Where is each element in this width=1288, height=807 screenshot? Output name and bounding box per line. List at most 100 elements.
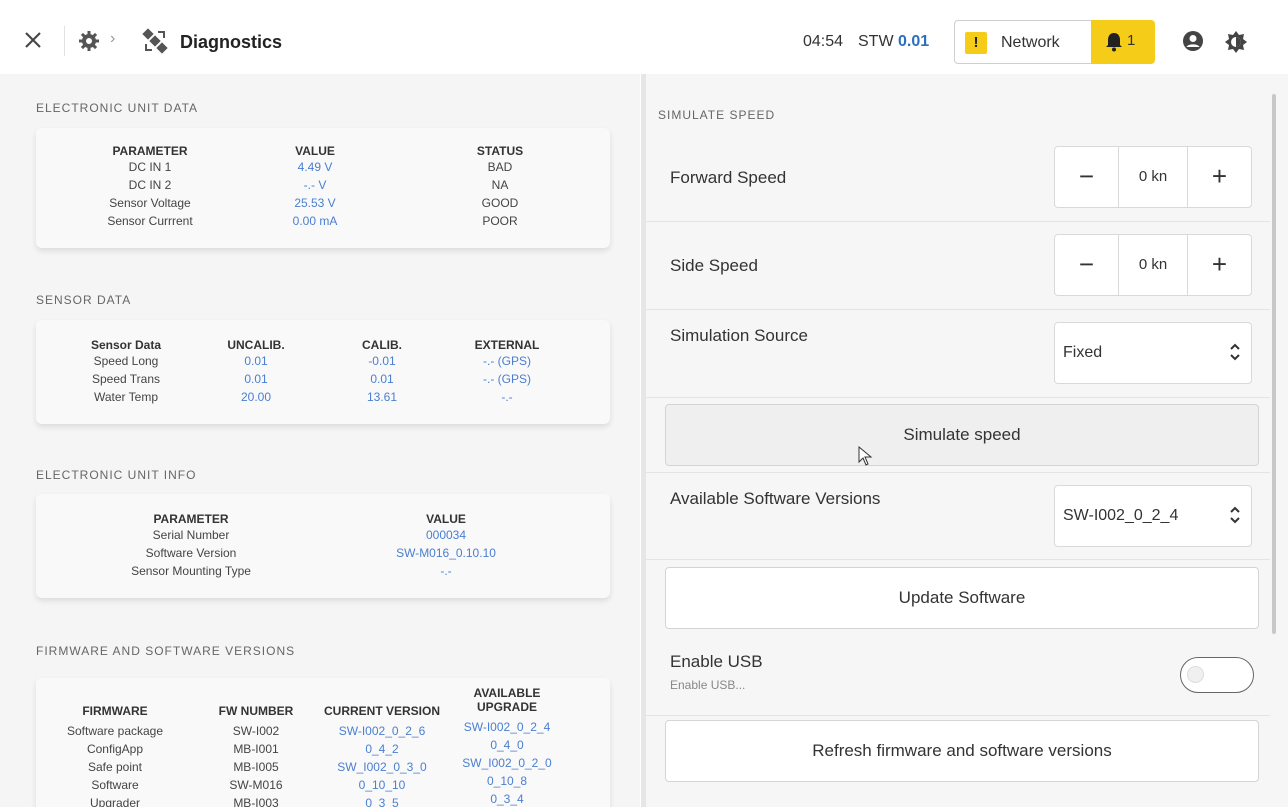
side-speed-row: Side Speed − 0 kn + xyxy=(646,222,1270,310)
forward-speed-decrease-button[interactable]: − xyxy=(1055,147,1119,207)
table-cell: Water Temp xyxy=(93,390,159,404)
table-cell: -.- xyxy=(440,564,452,578)
table-cell: Serial Number xyxy=(152,528,230,542)
simulate-speed-title: SIMULATE SPEED xyxy=(658,108,776,122)
table-cell: 0.01 xyxy=(244,372,268,386)
side-speed-stepper[interactable]: − 0 kn + xyxy=(1054,234,1252,296)
network-status-button[interactable]: ! Network 1 xyxy=(954,20,1155,64)
electronic-unit-data-title: ELECTRONIC UNIT DATA xyxy=(36,101,199,115)
table-cell: ConfigApp xyxy=(86,742,144,756)
mouse-cursor-icon xyxy=(858,446,873,466)
table-cell: 0_10_10 xyxy=(358,778,406,792)
software-versions-label: Available Software Versions xyxy=(670,489,881,508)
simulate-speed-button[interactable]: Simulate speed xyxy=(665,404,1259,466)
sensor-data-title: SENSOR DATA xyxy=(36,293,132,307)
enable-usb-row: Enable USB Enable USB... xyxy=(646,636,1270,716)
forward-speed-stepper[interactable]: − 0 kn + xyxy=(1054,146,1252,208)
table-cell: 20.00 xyxy=(240,390,272,404)
brightness-icon[interactable] xyxy=(1224,30,1248,54)
table-cell: POOR xyxy=(482,214,518,228)
refresh-versions-button[interactable]: Refresh firmware and software versions xyxy=(665,720,1259,782)
simulation-source-select[interactable]: Fixed xyxy=(1054,322,1252,384)
column-header: CURRENT VERSION xyxy=(323,704,440,718)
table-cell: 0_3_4 xyxy=(490,792,524,806)
table-cell: -.- V xyxy=(303,178,327,192)
table-cell: Speed Trans xyxy=(91,372,161,386)
bell-icon xyxy=(1106,33,1122,52)
table-cell: 0.00 mA xyxy=(292,214,338,228)
column-header: CALIB. xyxy=(362,338,402,352)
select-arrows-icon xyxy=(1230,343,1240,361)
table-cell: SW-I002_0_2_4 xyxy=(463,720,551,734)
firmware-title: FIRMWARE AND SOFTWARE VERSIONS xyxy=(36,644,296,658)
table-cell: Speed Long xyxy=(93,354,159,368)
table-cell: -0.01 xyxy=(368,354,396,368)
breadcrumb-chevron-icon: › xyxy=(110,30,116,47)
forward-speed-value[interactable]: 0 kn xyxy=(1119,147,1187,207)
toggle-knob xyxy=(1187,666,1204,683)
diagnostics-data-panel: ELECTRONIC UNIT DATA PARAMETER DC IN 1 D… xyxy=(0,74,640,807)
table-cell: 0_10_8 xyxy=(486,774,528,788)
satellite-icon xyxy=(142,28,168,54)
enable-usb-sublabel: Enable USB... xyxy=(670,678,746,692)
table-cell: 0_4_0 xyxy=(490,738,524,752)
table-cell: Sensor Currrent xyxy=(107,214,193,228)
side-speed-value[interactable]: 0 kn xyxy=(1119,235,1187,295)
table-cell: Safe point xyxy=(87,760,143,774)
table-cell: Software Version xyxy=(145,546,237,560)
sensor-data-card: Sensor Data Speed Long Speed Trans Water… xyxy=(36,320,610,424)
software-versions-value: SW-I002_0_2_4 xyxy=(1063,507,1179,524)
table-cell: 13.61 xyxy=(366,390,398,404)
table-cell: DC IN 1 xyxy=(128,160,172,174)
electronic-unit-data-card: PARAMETER DC IN 1 DC IN 2 Sensor Voltage… xyxy=(36,128,610,248)
gear-icon[interactable] xyxy=(78,30,100,52)
firmware-card: FIRMWARE Software package ConfigApp Safe… xyxy=(36,678,610,807)
table-cell: -.- (GPS) xyxy=(483,354,531,368)
column-header: FIRMWARE xyxy=(82,704,148,718)
table-cell: SW_I002_0_2_0 xyxy=(462,756,552,770)
page-title: Diagnostics xyxy=(180,32,283,52)
simulation-source-value: Fixed xyxy=(1063,344,1103,361)
table-cell: Sensor Mounting Type xyxy=(131,564,251,578)
column-header: PARAMETER xyxy=(112,144,188,158)
table-cell: Software package xyxy=(66,724,164,738)
table-cell: MB-I005 xyxy=(233,760,279,774)
software-versions-select[interactable]: SW-I002_0_2_4 xyxy=(1054,485,1252,547)
column-header: VALUE xyxy=(426,512,466,526)
table-cell: 4.49 V xyxy=(297,160,333,174)
notifications-button[interactable]: 1 xyxy=(1091,20,1155,64)
simulation-source-label: Simulation Source xyxy=(670,326,808,345)
table-cell: 0_4_2 xyxy=(365,742,399,756)
software-versions-row: Available Software Versions SW-I002_0_2_… xyxy=(646,472,1270,560)
column-header: PARAMETER xyxy=(153,512,229,526)
table-cell: 25.53 V xyxy=(294,196,336,210)
network-label: Network xyxy=(1001,34,1060,51)
electronic-unit-info-card: PARAMETER Serial Number Software Version… xyxy=(36,494,610,598)
column-header: UPGRADE xyxy=(476,700,537,714)
table-cell: -.- xyxy=(501,390,513,404)
update-software-button[interactable]: Update Software xyxy=(665,567,1259,629)
select-arrows-icon xyxy=(1230,506,1240,524)
column-header: Sensor Data xyxy=(90,338,162,352)
table-cell: 000034 xyxy=(425,528,467,542)
forward-speed-label: Forward Speed xyxy=(670,168,787,187)
forward-speed-increase-button[interactable]: + xyxy=(1187,147,1251,207)
scrollbar[interactable] xyxy=(1272,94,1276,634)
column-header: UNCALIB. xyxy=(227,338,285,352)
user-icon[interactable] xyxy=(1182,30,1204,52)
enable-usb-toggle[interactable] xyxy=(1180,657,1254,693)
table-cell: 0.01 xyxy=(244,354,268,368)
table-cell: MB-I001 xyxy=(233,742,279,756)
warning-icon: ! xyxy=(965,32,987,54)
side-speed-increase-button[interactable]: + xyxy=(1187,235,1251,295)
table-cell: GOOD xyxy=(481,196,519,210)
table-cell: BAD xyxy=(487,160,513,174)
table-cell: SW-M016 xyxy=(229,778,283,792)
side-speed-decrease-button[interactable]: − xyxy=(1055,235,1119,295)
close-icon[interactable] xyxy=(22,29,44,51)
table-cell: -.- (GPS) xyxy=(483,372,531,386)
side-speed-label: Side Speed xyxy=(670,256,758,275)
clock-time: 04:54 xyxy=(803,33,844,50)
table-cell: Upgrader xyxy=(89,796,141,807)
table-cell: SW-I002_0_2_6 xyxy=(338,724,426,738)
